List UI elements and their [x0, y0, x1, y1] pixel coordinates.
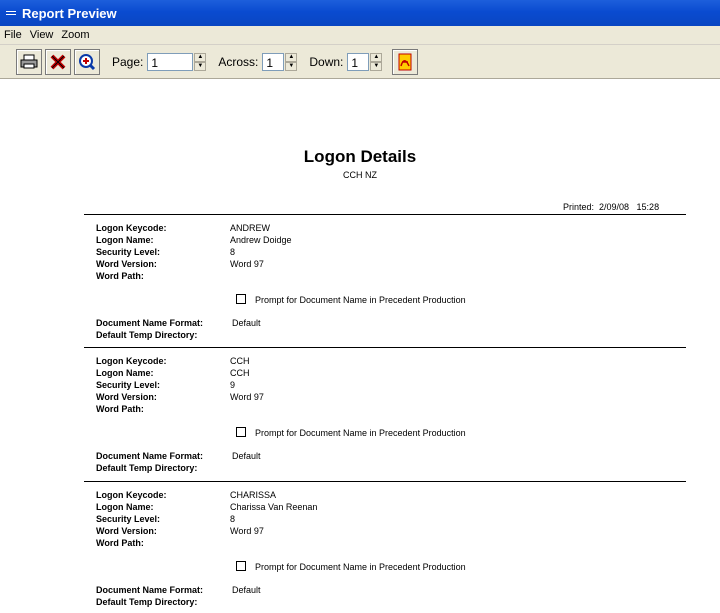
keycode-label: Logon Keycode:	[96, 356, 167, 366]
divider	[84, 347, 686, 348]
security-label: Security Level:	[96, 514, 161, 524]
prompt-checkbox	[236, 561, 246, 571]
menu-zoom[interactable]: Zoom	[57, 29, 93, 41]
down-spin-arrows[interactable]: ▲ ▼	[370, 52, 383, 71]
page-input[interactable]: 1	[147, 52, 194, 71]
keycode-label: Logon Keycode:	[96, 490, 167, 500]
printed-timestamp: Printed: 2/09/08 15:28	[563, 202, 660, 212]
word-version-value: Word 97	[230, 392, 264, 402]
close-icon	[50, 54, 66, 69]
doc-format-label: Document Name Format:	[96, 318, 204, 328]
menu-file[interactable]: File	[0, 29, 26, 41]
word-version-label: Word Version:	[96, 392, 157, 402]
word-path-label: Word Path:	[96, 538, 144, 548]
menu-bar: File View Zoom	[0, 26, 720, 45]
word-path-label: Word Path:	[96, 404, 144, 414]
print-button[interactable]	[16, 48, 42, 75]
temp-dir-label: Default Temp Directory:	[96, 330, 198, 340]
name-label: Logon Name:	[96, 368, 154, 378]
print-icon	[20, 54, 38, 68]
across-label: Across:	[218, 54, 259, 69]
prompt-label: Prompt for Document Name in Precedent Pr…	[255, 562, 466, 572]
spin-down-icon[interactable]: ▼	[194, 61, 207, 71]
security-label: Security Level:	[96, 380, 161, 390]
doc-format-value: Default	[232, 318, 261, 328]
prompt-label: Prompt for Document Name in Precedent Pr…	[255, 295, 466, 305]
doc-format-label: Document Name Format:	[96, 585, 204, 595]
keycode-label: Logon Keycode:	[96, 223, 167, 233]
temp-dir-label: Default Temp Directory:	[96, 597, 198, 607]
across-spinner[interactable]: 1 ▲ ▼	[262, 52, 298, 72]
system-menu-icon[interactable]	[6, 9, 16, 18]
divider	[84, 481, 686, 482]
keycode-value: CCH	[230, 356, 250, 366]
page-spinner[interactable]: 1 ▲ ▼	[147, 52, 207, 72]
close-report-button[interactable]	[45, 48, 71, 75]
down-label: Down:	[309, 54, 344, 69]
page-label: Page:	[112, 54, 144, 69]
toolbar: Page: 1 ▲ ▼ Across: 1 ▲ ▼ Down: 1 ▲ ▼	[0, 45, 720, 79]
across-spin-arrows[interactable]: ▲ ▼	[285, 52, 298, 71]
spin-up-icon[interactable]: ▲	[194, 52, 207, 62]
prompt-checkbox	[236, 294, 246, 304]
name-value: Charissa Van Reenan	[230, 502, 318, 512]
keycode-value: CHARISSA	[230, 490, 277, 500]
report-subtitle: CCH NZ	[343, 170, 377, 180]
word-version-value: Word 97	[230, 526, 264, 536]
security-value: 9	[230, 380, 236, 390]
security-value: 8	[230, 247, 236, 257]
doc-format-value: Default	[232, 585, 261, 595]
security-label: Security Level:	[96, 247, 161, 257]
report-page: Logon Details CCH NZ Printed: 2/09/08 15…	[0, 79, 720, 613]
word-version-label: Word Version:	[96, 259, 157, 269]
name-value: CCH	[230, 368, 250, 378]
export-pdf-button[interactable]	[392, 48, 419, 75]
spin-up-icon[interactable]: ▲	[370, 52, 383, 62]
prompt-checkbox	[236, 427, 246, 437]
name-label: Logon Name:	[96, 502, 154, 512]
zoom-icon	[79, 53, 96, 70]
preview-area[interactable]: Logon Details CCH NZ Printed: 2/09/08 15…	[0, 79, 720, 613]
divider	[84, 214, 686, 215]
zoom-button[interactable]	[74, 48, 100, 75]
temp-dir-label: Default Temp Directory:	[96, 463, 198, 473]
spin-down-icon[interactable]: ▼	[285, 61, 298, 71]
name-value: Andrew Doidge	[230, 235, 292, 245]
name-label: Logon Name:	[96, 235, 154, 245]
down-input[interactable]: 1	[347, 52, 370, 71]
doc-format-value: Default	[232, 451, 261, 461]
across-input[interactable]: 1	[262, 52, 285, 71]
pdf-export-icon	[398, 53, 412, 70]
prompt-label: Prompt for Document Name in Precedent Pr…	[255, 428, 466, 438]
page-spin-arrows[interactable]: ▲ ▼	[194, 52, 207, 71]
keycode-value: ANDREW	[230, 223, 270, 233]
security-value: 8	[230, 514, 236, 524]
menu-view[interactable]: View	[26, 29, 58, 41]
down-spinner[interactable]: 1 ▲ ▼	[347, 52, 383, 72]
word-version-label: Word Version:	[96, 526, 157, 536]
spin-up-icon[interactable]: ▲	[285, 52, 298, 62]
title-bar: Report Preview	[0, 0, 720, 26]
word-path-label: Word Path:	[96, 271, 144, 281]
doc-format-label: Document Name Format:	[96, 451, 204, 461]
report-title: Logon Details	[303, 147, 417, 166]
window-title: Report Preview	[22, 5, 117, 21]
spin-down-icon[interactable]: ▼	[370, 61, 383, 71]
word-version-value: Word 97	[230, 259, 264, 269]
